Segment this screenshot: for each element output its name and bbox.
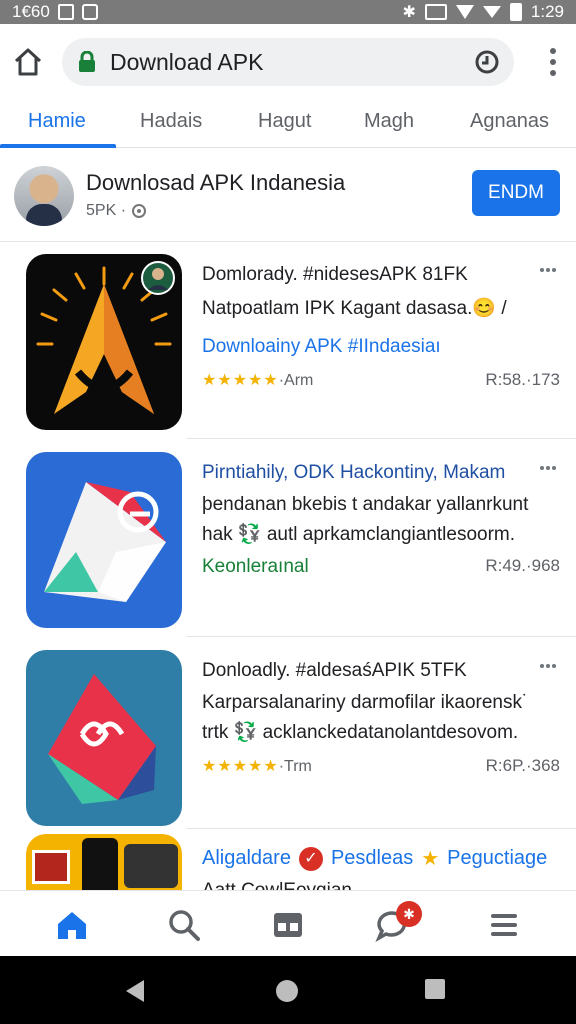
triangle-logo-icon <box>44 482 166 602</box>
notification-icon <box>57 4 74 20</box>
app-thumbnail-1[interactable] <box>26 254 182 430</box>
check-badge-icon: ✓ <box>298 846 323 871</box>
globe-icon <box>132 204 147 218</box>
app-thumbnail-3[interactable] <box>26 650 182 826</box>
rating-label: ·Trm <box>278 758 312 775</box>
more-options-icon[interactable] <box>540 268 556 272</box>
app-feed: Domlorady. #nidesesAPK 81FK Natpoatlam I… <box>0 242 576 890</box>
rating: ★★★★★·Arm <box>202 370 313 390</box>
menu-icon[interactable] <box>486 907 522 943</box>
card-description: Natpoatlam IPK Kagant dasasa.😊 / <box>202 298 507 319</box>
rating-label: ·Arm <box>278 372 314 389</box>
signal-icon <box>482 6 501 18</box>
card-title-2[interactable]: Pesdleas <box>331 847 413 870</box>
library-icon[interactable] <box>270 907 306 943</box>
card-link[interactable]: Downloainy APK #IIndaesiaı <box>202 336 441 358</box>
url-text: Download APK <box>110 48 264 75</box>
card-title: Pirntiahily, ODK Hackontiny, Makam <box>202 462 506 483</box>
star-rating-icon: ★★★★★ <box>202 758 279 775</box>
card-title[interactable]: Aligaldare <box>202 847 291 870</box>
wifi-icon <box>455 5 474 19</box>
card-description-2: hak 💱 autl aprkamclangiantlesoorm. <box>202 524 516 545</box>
channel-sub-text: 5PK · <box>86 202 127 219</box>
tab-hadais[interactable]: Hadais <box>140 110 202 133</box>
card-link[interactable]: Keonleraınal <box>202 556 309 578</box>
follow-button[interactable]: ENDM <box>472 170 560 216</box>
status-time: 1:29 <box>530 2 564 21</box>
notification-icon-2 <box>81 4 98 20</box>
card-title-row: Aligaldare ✓ Pesdleas ★ Peguctiage <box>202 846 547 871</box>
tab-magh[interactable]: Magh <box>364 110 414 133</box>
app-thumbnail-4[interactable] <box>26 834 182 890</box>
card-description: Karparsalanariny darmofilar ikaorensk˙ <box>202 692 529 713</box>
channel-name[interactable]: Downlosad APK Indanesia <box>86 170 345 196</box>
system-nav-bar <box>0 956 576 1024</box>
channel-header: Downlosad APK Indanesia 5PK · ENDM <box>0 148 576 242</box>
lock-icon <box>79 51 95 72</box>
notification-badge: ✱ <box>396 901 422 927</box>
card-meta: R:6P.·368 <box>485 756 560 775</box>
tab-bar: Hamie Hadais Hagut Magh Agnanas <box>0 98 576 148</box>
address-bar[interactable]: Download APK <box>62 38 514 86</box>
list-item[interactable]: Domlorady. #nidesesAPK 81FK Natpoatlam I… <box>0 242 576 438</box>
recents-icon[interactable] <box>424 978 446 1000</box>
list-item[interactable]: Donloadly. #aldesaśAPIK 5TFK Karparsalan… <box>0 636 576 834</box>
tab-home[interactable]: Hamie <box>28 110 86 133</box>
channel-subtitle: 5PK · <box>86 202 147 220</box>
star-icon: ★ <box>421 848 440 870</box>
sim-icon <box>424 4 447 20</box>
rays-logo-icon <box>36 261 175 414</box>
home-icon[interactable] <box>54 907 90 943</box>
card-description: þendanan bkebis t andakar yallanrkunt <box>202 494 529 515</box>
card-title: Domlorady. #nidesesAPK 81FK <box>202 264 468 285</box>
status-time-left: 1€60 <box>12 2 50 21</box>
tab-hagut[interactable]: Hagut <box>258 110 311 133</box>
card-meta: R:49.·968 <box>485 556 560 575</box>
list-item[interactable]: Aligaldare ✓ Pesdleas ★ Peguctiage Aatt … <box>0 828 576 890</box>
status-bar: 1€60 ✱ 1:29 <box>0 0 576 24</box>
app-thumbnail-2[interactable] <box>26 452 182 628</box>
kite-logo-icon <box>48 674 156 804</box>
tab-agnanas[interactable]: Agnanas <box>470 110 549 133</box>
history-icon[interactable] <box>474 49 500 75</box>
more-options-icon[interactable] <box>540 664 556 668</box>
card-title: Donloadly. #aldesaśAPIK 5TFK <box>202 660 467 681</box>
search-icon[interactable] <box>166 907 202 943</box>
battery-icon <box>509 3 522 21</box>
back-icon[interactable] <box>124 978 146 1004</box>
card-title-3[interactable]: Peguctiage <box>447 847 547 870</box>
star-rating-icon: ★★★★★ <box>202 372 279 389</box>
bluetooth-icon: ✱ <box>402 4 416 21</box>
avatar[interactable] <box>14 166 74 226</box>
rating: ★★★★★·Trm <box>202 756 312 776</box>
more-vert-icon[interactable] <box>550 48 556 76</box>
home-button-icon[interactable] <box>274 978 300 1004</box>
home-icon[interactable] <box>12 46 44 78</box>
card-description: Aatt CowlEoyqian <box>202 880 352 890</box>
more-options-icon[interactable] <box>540 466 556 470</box>
browser-toolbar: Download APK <box>0 24 576 98</box>
card-meta: R:58.·173 <box>485 370 560 389</box>
bottom-nav: ✱ <box>0 890 576 956</box>
list-item[interactable]: Pirntiahily, ODK Hackontiny, Makam þenda… <box>0 438 576 636</box>
card-description-2: trtk 💱 acklanckedatanolantdesovom. <box>202 722 519 743</box>
